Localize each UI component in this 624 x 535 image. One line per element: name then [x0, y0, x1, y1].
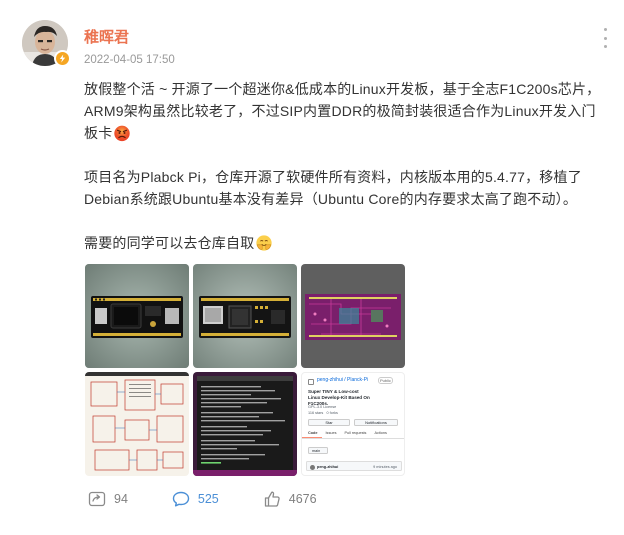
post-paragraph-text: 需要的同学可以去仓库自取	[84, 235, 255, 251]
repo-title: peng-zhihui / Planck-Pi	[317, 377, 369, 383]
post-timestamp[interactable]: 2022-04-05 17:50	[84, 54, 175, 66]
image-grid: peng-zhihui / Planck-Pi Public Super TIN…	[85, 264, 405, 476]
image-terminal-log[interactable]	[193, 372, 297, 476]
repo-notifications-button[interactable]: Notifications	[354, 419, 398, 426]
like-count: 4676	[288, 492, 317, 506]
repost-icon	[88, 491, 106, 507]
repo-commit-bar: peng-zhihui 9 minutes ago	[306, 461, 402, 471]
image-pcb-layout[interactable]	[301, 264, 405, 368]
repost-count: 94	[114, 492, 128, 506]
post-paragraph: 放假整个活 ~ 开源了一个超迷你&低成本的Linux开发板，基于全志F1C200…	[84, 78, 604, 144]
image-schematic[interactable]	[85, 372, 189, 476]
more-options-icon[interactable]	[600, 28, 610, 48]
repo-tab[interactable]: Issues	[322, 431, 341, 438]
comment-count: 525	[197, 492, 219, 506]
repo-star-button[interactable]: Star	[308, 419, 350, 426]
repo-tab[interactable]: Actions	[370, 431, 390, 438]
commit-time: 9 minutes ago	[373, 464, 397, 469]
comment-icon	[172, 491, 190, 507]
commit-user: peng-zhihui	[317, 464, 339, 469]
commit-avatar	[310, 464, 315, 470]
repo-tabs: Code Issues Pull requests Actions	[302, 431, 404, 439]
comment-button[interactable]: 525	[172, 490, 219, 508]
action-bar: 94 525 4676	[88, 490, 361, 508]
verified-badge-icon	[54, 50, 71, 67]
post-paragraph-text: 放假整个活 ~ 开源了一个超迷你&低成本的Linux开发板，基于全志F1C200…	[84, 81, 601, 141]
laugh-cover-emoji-icon	[256, 235, 273, 251]
repo-tab[interactable]: Code	[302, 431, 322, 438]
repo-visibility-badge: Public	[378, 377, 393, 384]
repo-license: GPL-3.0 License	[308, 405, 337, 409]
image-github-repo[interactable]: peng-zhihui / Planck-Pi Public Super TIN…	[301, 372, 405, 476]
avatar-container[interactable]	[22, 20, 71, 67]
author-name[interactable]: 稚晖君	[84, 26, 129, 47]
post-body: 放假整个活 ~ 开源了一个超迷你&低成本的Linux开发板，基于全志F1C200…	[84, 78, 604, 254]
angry-face-emoji-icon	[114, 125, 131, 142]
thumbs-up-icon	[264, 491, 280, 507]
post-paragraph: 项目名为Plabck Pi，仓库开源了软硬件所有资料，内核版本用的5.4.77，…	[84, 169, 582, 207]
post-paragraph: 需要的同学可以去仓库自取	[84, 232, 604, 254]
like-button[interactable]: 4676	[263, 490, 317, 508]
image-board-back[interactable]	[193, 264, 297, 368]
repo-tab[interactable]: Pull requests	[340, 431, 370, 438]
repo-stats: 116 stars 0 forks	[308, 411, 338, 415]
image-board-front[interactable]	[85, 264, 189, 368]
repo-branch-select[interactable]: main	[308, 447, 328, 454]
repost-button[interactable]: 94	[88, 490, 128, 508]
